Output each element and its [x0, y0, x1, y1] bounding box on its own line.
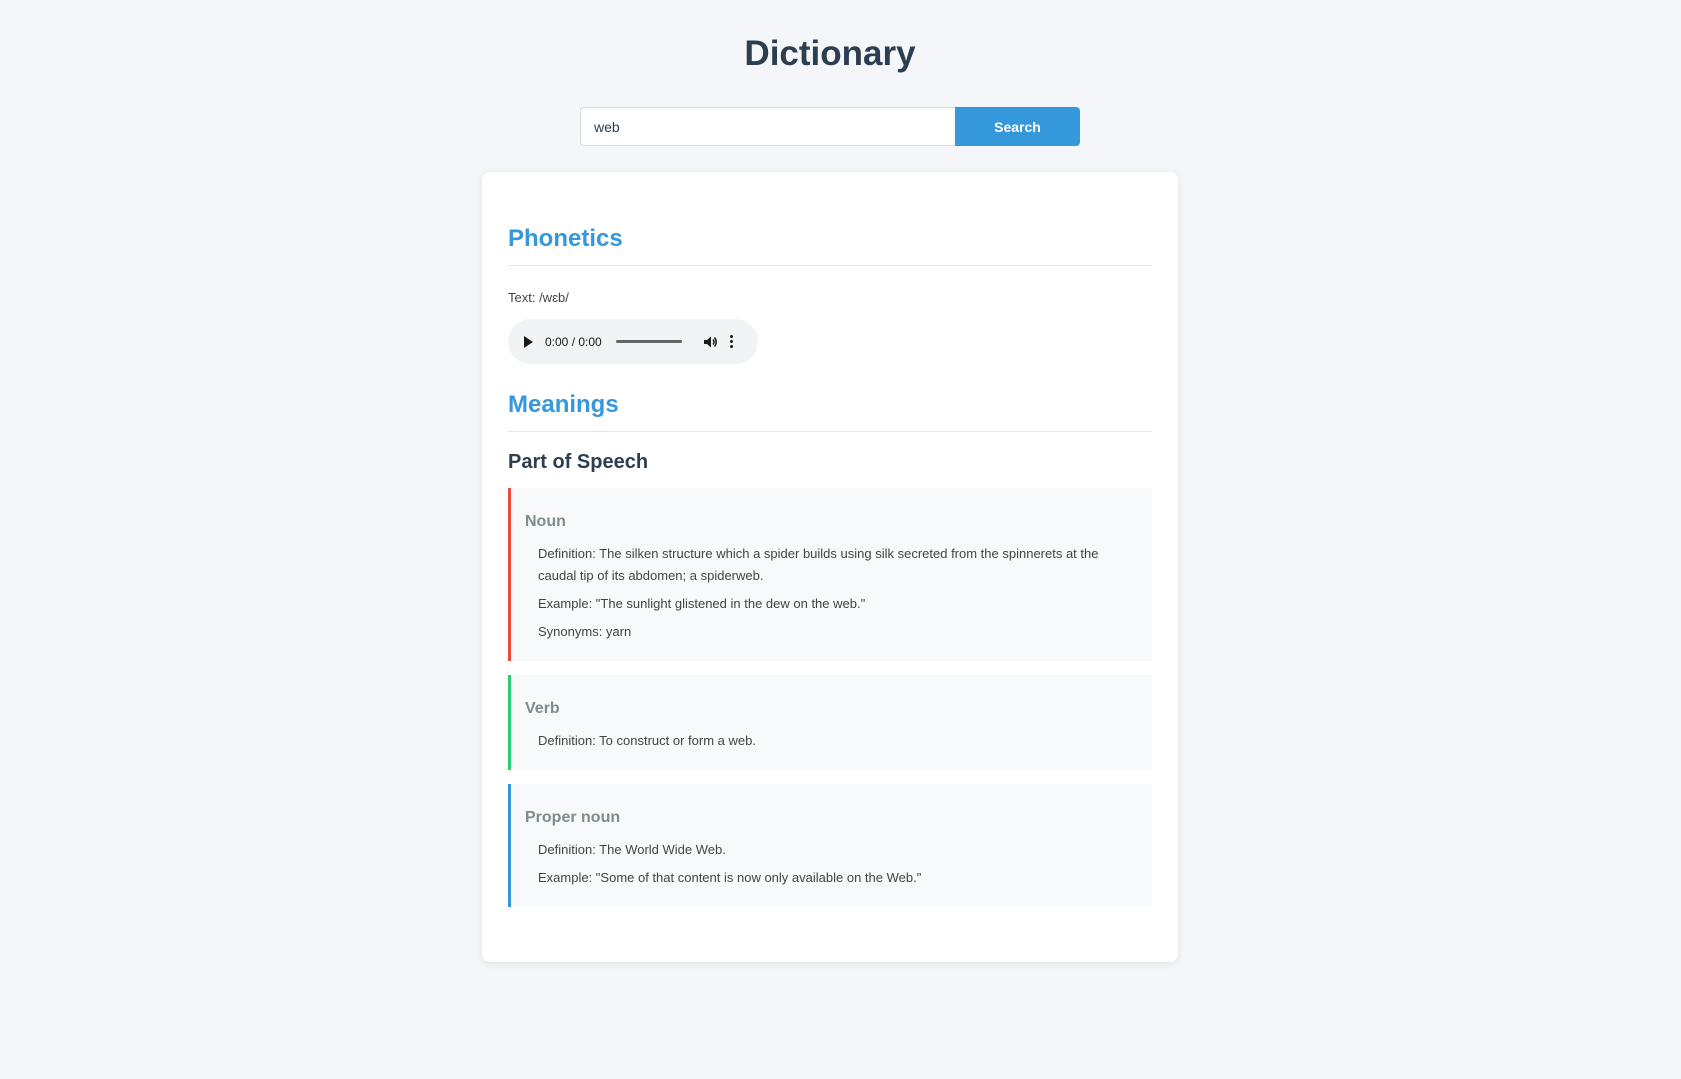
meaning-part-of-speech: Noun: [525, 513, 566, 530]
audio-player: 0:00 / 0:00: [508, 319, 758, 364]
search-bar: Search: [580, 107, 1080, 146]
meaning-block: Noun Definition: The silken structure whi…: [508, 488, 1152, 661]
phonetics-heading: Phonetics: [508, 225, 1152, 266]
meaning-part-of-speech: Verb: [525, 700, 560, 717]
audio-time: 0:00 / 0:00: [545, 334, 602, 349]
meaning-block: Verb Definition: To construct or form a w…: [508, 675, 1152, 770]
result-card: Phonetics Text: /wɛb/ 0:00 / 0:00 Meanin…: [482, 172, 1178, 962]
part-of-speech-heading: Part of Speech: [508, 451, 649, 473]
meanings-list: Noun Definition: The silken structure whi…: [508, 488, 1152, 907]
meaning-line: Definition: The World Wide Web.: [538, 842, 726, 857]
phonetic-text: Text: /wɛb/: [508, 290, 569, 305]
dictionary-page: Dictionary Search Phonetics Text: /wɛb/ …: [0, 0, 1681, 1079]
search-button[interactable]: Search: [955, 107, 1080, 146]
page-title: Dictionary: [744, 34, 916, 73]
search-input[interactable]: [580, 107, 955, 146]
meaning-line: Definition: The silken structure which a…: [538, 546, 1099, 583]
meanings-heading: Meanings: [508, 391, 1152, 432]
more-options-icon[interactable]: [730, 335, 734, 348]
meaning-line: Example: "Some of that content is now on…: [538, 870, 922, 885]
play-icon[interactable]: [524, 335, 533, 348]
volume-icon[interactable]: [702, 334, 718, 350]
meaning-line: Definition: To construct or form a web.: [538, 733, 756, 748]
meaning-block: Proper noun Definition: The World Wide We…: [508, 784, 1152, 907]
meaning-line: Example: "The sunlight glistened in the …: [538, 596, 866, 611]
meaning-part-of-speech: Proper noun: [525, 809, 621, 826]
audio-progress-slider[interactable]: [615, 340, 682, 343]
meaning-line: Synonyms: yarn: [538, 624, 632, 639]
